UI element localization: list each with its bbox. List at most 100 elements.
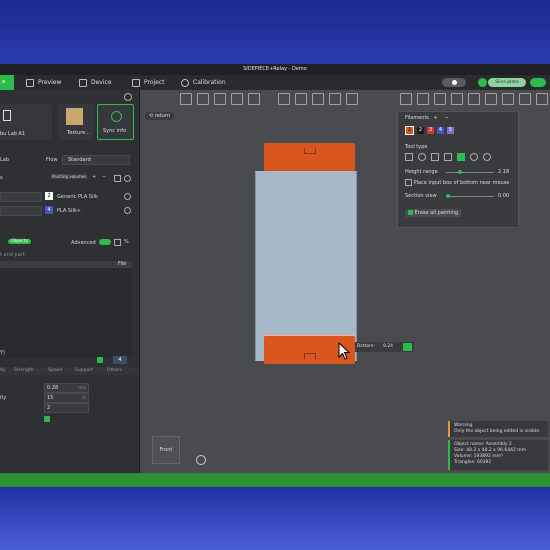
view-cube-icon[interactable] xyxy=(451,93,463,105)
tool-type-label: Tool type xyxy=(405,144,428,150)
tab-device[interactable]: Device xyxy=(79,78,112,88)
section-slider-thumb[interactable] xyxy=(446,194,450,198)
filament-name[interactable]: Generic PLA Silk xyxy=(57,194,98,200)
slice-dropdown[interactable] xyxy=(478,78,487,87)
filament-name[interactable]: PLA Silk+ xyxy=(57,208,81,214)
rotate-icon[interactable] xyxy=(295,93,307,105)
place-input-checkbox[interactable] xyxy=(405,179,412,186)
tab-quality[interactable]: ity xyxy=(0,368,6,373)
tab-prepare[interactable]: e xyxy=(0,75,14,90)
section-slider[interactable] xyxy=(446,194,494,198)
bottom-height-box[interactable]: Bottom: 9.24 xyxy=(355,342,414,352)
object-list[interactable]: Y) xyxy=(0,268,132,358)
measure-icon[interactable] xyxy=(434,93,446,105)
height-slider[interactable] xyxy=(446,170,494,174)
filament-sync-icon[interactable] xyxy=(114,175,121,182)
left-sidebar: bu Lab A1 Texture... Sync info Lab Flow … xyxy=(0,90,140,474)
tab-calibration[interactable]: Calibration xyxy=(181,78,226,88)
filament-settings-icon[interactable] xyxy=(124,175,131,182)
swatch-3[interactable]: 3 xyxy=(427,127,434,134)
cylinder-body[interactable] xyxy=(255,171,357,361)
tab-project[interactable]: Project xyxy=(132,78,165,88)
flow-select[interactable]: Standard xyxy=(62,155,130,165)
gap-fill-icon[interactable] xyxy=(470,153,478,161)
paste-icon[interactable] xyxy=(519,93,531,105)
option-checkbox[interactable] xyxy=(44,416,50,422)
filament-slot-left[interactable] xyxy=(0,192,42,202)
smart-fill-icon[interactable] xyxy=(483,153,491,161)
top-cap[interactable] xyxy=(264,143,355,171)
tab-support[interactable]: Support xyxy=(75,368,93,373)
printer-card[interactable]: bu Lab A1 xyxy=(0,104,52,140)
objects-tag[interactable]: Objects xyxy=(8,239,32,244)
tab-preview[interactable]: Preview xyxy=(26,78,61,88)
advanced-toggle[interactable] xyxy=(99,239,111,245)
slice-plate-button[interactable]: Slice plate xyxy=(488,78,526,87)
calibration-icon xyxy=(181,78,189,87)
paint-icon[interactable] xyxy=(400,93,412,105)
orient-icon[interactable] xyxy=(214,93,226,105)
printer-name: bu Lab A1 xyxy=(0,131,26,137)
window-title: SIDEPIECE+Relay - Demo xyxy=(243,66,307,72)
painting-volumes-button[interactable]: Painting volumes xyxy=(50,174,89,179)
erase-all-button[interactable]: Erase all painting xyxy=(405,209,462,217)
filament-edit-icon[interactable] xyxy=(124,207,131,214)
walls-stepper[interactable]: 2 xyxy=(44,403,89,413)
sync-label: Sync info xyxy=(103,128,127,134)
wall-loops-input[interactable]: 15 % xyxy=(44,393,89,403)
view-cube[interactable]: Front xyxy=(152,436,180,464)
move-icon[interactable] xyxy=(278,93,290,105)
swatch-4[interactable]: 4 xyxy=(437,127,444,134)
lay-on-face-icon[interactable] xyxy=(346,93,358,105)
return-button[interactable]: ⟲ return xyxy=(145,112,175,120)
swatch-5[interactable]: 5 xyxy=(447,127,454,134)
plate-toggle[interactable] xyxy=(442,78,466,87)
sync-info-button[interactable]: Sync info xyxy=(97,104,134,140)
3d-viewport[interactable]: ⟲ return Bottom: 9.24 Front Filaments + … xyxy=(140,90,550,474)
assembly-icon[interactable] xyxy=(485,93,497,105)
arrange-icon[interactable] xyxy=(231,93,243,105)
texture-card[interactable]: Texture... xyxy=(58,104,94,140)
print-dropdown[interactable] xyxy=(530,78,546,87)
tab-strength[interactable]: Strength xyxy=(14,368,33,373)
fill-icon[interactable] xyxy=(444,153,452,161)
swatch-1[interactable]: 1 xyxy=(405,126,414,135)
grid-icon[interactable] xyxy=(197,93,209,105)
remove-filament-icon[interactable]: − xyxy=(102,174,106,180)
add-object-icon[interactable] xyxy=(180,93,192,105)
circle-icon[interactable] xyxy=(418,153,426,161)
percent-icon[interactable]: % xyxy=(124,239,129,245)
list-view-icon[interactable] xyxy=(114,239,121,246)
tab-others[interactable]: Others xyxy=(107,368,122,373)
object-checkbox[interactable] xyxy=(97,357,103,363)
layers-icon[interactable] xyxy=(248,93,260,105)
height-slider-thumb[interactable] xyxy=(458,170,462,174)
section-view-label: Section view xyxy=(405,193,437,199)
tab-speed[interactable]: Speed xyxy=(48,368,62,373)
swatch-2[interactable]: 2 xyxy=(417,127,424,134)
brush-icon[interactable] xyxy=(405,153,413,161)
tool-type-options xyxy=(405,153,491,163)
pen-icon[interactable] xyxy=(536,93,548,105)
filament-slot-left[interactable] xyxy=(0,206,42,216)
object-info-message: Object name: Assembly 2 Size: 48.2 x 48.… xyxy=(448,440,548,470)
camera-reset-icon[interactable] xyxy=(196,455,206,465)
text-icon[interactable] xyxy=(417,93,429,105)
height-range-icon[interactable] xyxy=(457,153,465,161)
split-icon[interactable] xyxy=(468,93,480,105)
cap-notch xyxy=(304,353,316,359)
layer-height-input[interactable]: 0.28 mm xyxy=(44,383,89,393)
cut-icon[interactable] xyxy=(329,93,341,105)
add-color-icon[interactable]: + xyxy=(434,115,438,121)
main-tabs: e Preview Device Project Calibration Sli… xyxy=(0,75,550,91)
height-range-label: Height range xyxy=(405,169,438,175)
place-input-option[interactable]: Place input box of bottom near mouse xyxy=(405,179,509,186)
remove-color-icon[interactable]: − xyxy=(444,115,448,121)
settings-gear-icon[interactable] xyxy=(124,93,132,101)
filament-edit-icon[interactable] xyxy=(124,193,131,200)
scale-icon[interactable] xyxy=(312,93,324,105)
add-filament-icon[interactable]: + xyxy=(92,174,96,180)
confirm-check-icon[interactable] xyxy=(403,343,412,351)
triangle-icon[interactable] xyxy=(431,153,439,161)
copy-icon[interactable] xyxy=(502,93,514,105)
